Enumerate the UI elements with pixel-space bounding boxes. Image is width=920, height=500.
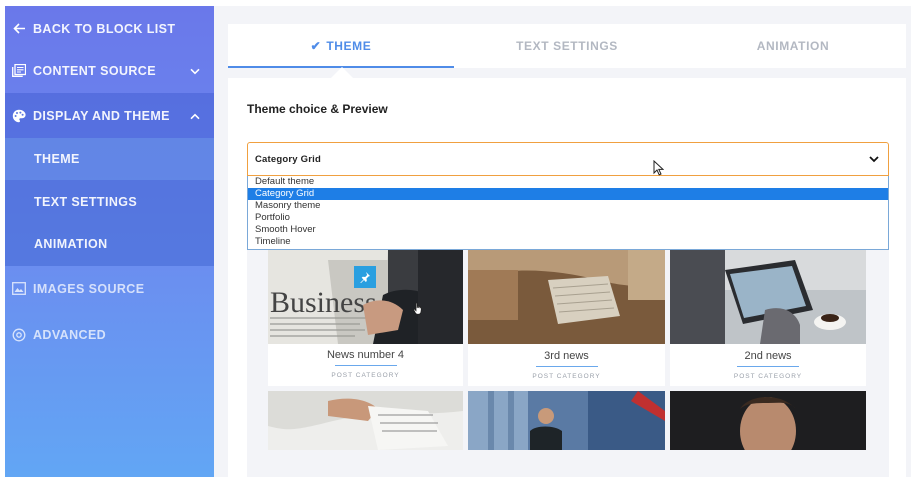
- option-category-grid[interactable]: Category Grid: [248, 188, 888, 200]
- card-category: POST CATEGORY: [331, 372, 400, 379]
- card-image: Business: [268, 250, 463, 344]
- back-label: BACK TO BLOCK LIST: [33, 21, 176, 36]
- hand-cursor-icon: [413, 302, 423, 320]
- theme-sub-label: THEME: [34, 152, 80, 166]
- news-card[interactable]: 3rd news POST CATEGORY: [468, 250, 665, 386]
- card-category: POST CATEGORY: [532, 373, 601, 380]
- content-source-icon: [12, 64, 26, 78]
- card-image-row2: [268, 391, 463, 450]
- tab-text-settings[interactable]: TEXT SETTINGS: [454, 24, 680, 68]
- sidebar: BACK TO BLOCK LIST CONTENT SOURCE DISPLA…: [5, 6, 214, 477]
- panel-title: Theme choice & Preview: [247, 102, 388, 116]
- pin-icon[interactable]: [354, 266, 376, 288]
- tab-bar: ✔ THEME TEXT SETTINGS ANIMATION: [228, 24, 906, 68]
- tab-pointer: [331, 67, 353, 78]
- chevron-down-icon: [190, 64, 200, 78]
- sidebar-item-display-theme[interactable]: DISPLAY AND THEME: [5, 93, 214, 138]
- option-smooth-hover[interactable]: Smooth Hover: [248, 224, 888, 236]
- option-timeline[interactable]: Timeline: [248, 236, 888, 248]
- chevron-down-icon: [868, 152, 880, 170]
- card-image: [670, 250, 866, 344]
- card-image-row2: [670, 391, 866, 450]
- card-divider: [334, 365, 397, 366]
- card-divider: [535, 366, 598, 367]
- content-source-label: CONTENT SOURCE: [33, 63, 156, 78]
- option-portfolio[interactable]: Portfolio: [248, 212, 888, 224]
- theme-options-list: Default theme Category Grid Masonry them…: [247, 176, 889, 250]
- option-masonry-theme[interactable]: Masonry theme: [248, 200, 888, 212]
- card-title: 2nd news: [744, 350, 792, 362]
- business-text: Business: [270, 286, 377, 319]
- theme-select-value: Category Grid: [255, 154, 321, 165]
- mouse-cursor-icon: [653, 159, 665, 181]
- card-category: POST CATEGORY: [733, 373, 803, 380]
- arrow-left-icon: [12, 22, 26, 36]
- tab-text-settings-label: TEXT SETTINGS: [516, 39, 618, 53]
- card-title: 3rd news: [544, 350, 589, 362]
- tab-animation-label: ANIMATION: [756, 39, 830, 53]
- theme-select[interactable]: Category Grid: [247, 142, 889, 176]
- tab-theme-label: THEME: [326, 39, 372, 53]
- card-title: News number 4: [326, 349, 405, 361]
- sidebar-subitem-text-settings[interactable]: TEXT SETTINGS: [5, 181, 214, 223]
- tab-animation[interactable]: ANIMATION: [680, 24, 906, 68]
- back-to-block-list[interactable]: BACK TO BLOCK LIST: [5, 6, 214, 51]
- sidebar-subitem-animation[interactable]: ANIMATION: [5, 223, 214, 265]
- sidebar-item-content-source[interactable]: CONTENT SOURCE: [5, 48, 214, 93]
- display-theme-label: DISPLAY AND THEME: [33, 108, 170, 123]
- images-source-label: IMAGES SOURCE: [33, 281, 145, 296]
- sidebar-item-advanced[interactable]: ADVANCED: [5, 312, 214, 357]
- advanced-label: ADVANCED: [33, 327, 107, 342]
- check-icon: ✔: [310, 39, 322, 53]
- news-card[interactable]: 2nd news POST CATEGORY: [670, 250, 866, 386]
- sidebar-item-images-source[interactable]: IMAGES SOURCE: [5, 266, 214, 311]
- card-divider: [737, 366, 799, 367]
- images-icon: [12, 282, 26, 296]
- option-default-theme[interactable]: Default theme: [248, 176, 888, 188]
- sidebar-subitem-theme[interactable]: THEME: [5, 138, 214, 180]
- animation-sub-label: ANIMATION: [34, 237, 108, 251]
- card-image: [468, 250, 665, 344]
- chevron-up-icon: [190, 109, 200, 123]
- display-theme-submenu: THEME TEXT SETTINGS ANIMATION: [5, 138, 214, 266]
- palette-icon: [12, 109, 26, 123]
- text-settings-sub-label: TEXT SETTINGS: [34, 195, 138, 209]
- card-image-row2: [468, 391, 665, 450]
- theme-panel: Theme choice & Preview Category Grid Def…: [228, 78, 906, 477]
- tab-theme[interactable]: ✔ THEME: [228, 24, 454, 68]
- preview-grid: Business News number 4 POST CATEGORY 3rd…: [247, 250, 889, 477]
- settings-circle-icon: [12, 328, 26, 342]
- news-card[interactable]: Business News number 4 POST CATEGORY: [268, 250, 463, 386]
